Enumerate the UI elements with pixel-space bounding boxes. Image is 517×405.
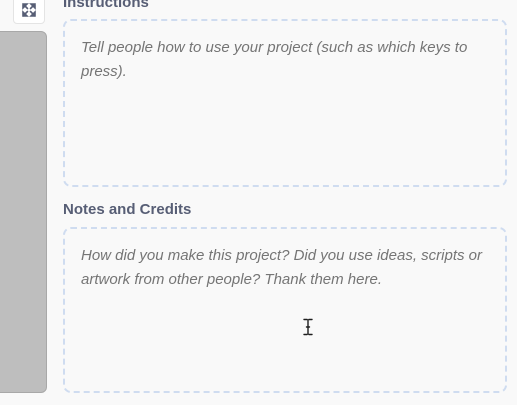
notes-and-credits-textarea[interactable] bbox=[63, 227, 507, 393]
notes-and-credits-label: Notes and Credits bbox=[63, 201, 192, 218]
project-page: Instructions Notes and Credits bbox=[0, 0, 517, 405]
fullscreen-button[interactable] bbox=[13, 0, 45, 24]
project-player-panel bbox=[0, 31, 47, 393]
text-cursor-icon bbox=[302, 318, 314, 336]
instructions-textarea[interactable] bbox=[63, 19, 507, 187]
fullscreen-expand-icon bbox=[21, 0, 37, 18]
instructions-label: Instructions bbox=[63, 0, 149, 11]
